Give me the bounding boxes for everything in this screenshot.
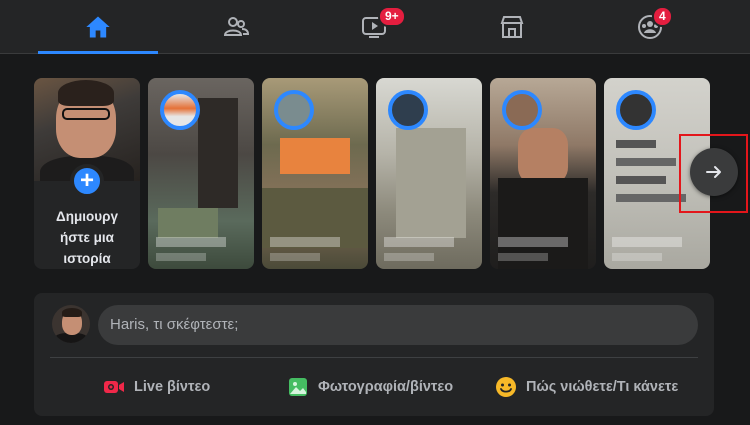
nav-groups[interactable]: 4 xyxy=(590,0,710,54)
feeling-icon xyxy=(496,377,516,397)
avatar[interactable] xyxy=(52,305,90,343)
marketplace-icon xyxy=(500,16,524,38)
post-composer: Haris, τι σκέφτεστε; Live βίντεο Φωτογρα… xyxy=(34,293,714,416)
create-story-label-line1: Δημιουργ xyxy=(56,209,118,224)
story-avatar xyxy=(274,90,314,130)
story-card[interactable] xyxy=(262,78,368,269)
story-card[interactable] xyxy=(376,78,482,269)
nav-marketplace[interactable] xyxy=(452,0,572,54)
photo-video-icon xyxy=(289,378,307,396)
story-avatar xyxy=(502,90,542,130)
photo-video-button[interactable]: Φωτογραφία/βίντεο xyxy=(286,369,453,405)
live-video-label: Live βίντεο xyxy=(134,379,211,395)
create-story-card[interactable]: + Δημιουργ ήστε μια ιστορία xyxy=(34,78,140,269)
nav-watch[interactable]: 9+ xyxy=(314,0,434,54)
story-avatar xyxy=(160,90,200,130)
whats-on-your-mind-input[interactable]: Haris, τι σκέφτεστε; xyxy=(98,305,698,345)
story-avatar xyxy=(388,90,428,130)
create-story-label-line3: ιστορία xyxy=(63,251,111,266)
story-avatar xyxy=(616,90,656,130)
stories-tray: + Δημιουργ ήστε μια ιστορία xyxy=(34,78,714,269)
groups-badge: 4 xyxy=(652,6,673,27)
feeling-activity-button[interactable]: Πώς νιώθετε/Τι κάνετε xyxy=(494,369,678,405)
nav-friends[interactable] xyxy=(176,0,296,54)
feeling-activity-label: Πώς νιώθετε/Τι κάνετε xyxy=(526,379,679,395)
story-card[interactable] xyxy=(490,78,596,269)
story-card[interactable] xyxy=(148,78,254,269)
create-story-label-line2: ήστε μια xyxy=(60,230,114,245)
create-story-label: Δημιουργ ήστε μια ιστορία xyxy=(34,206,140,269)
live-video-icon xyxy=(104,381,124,393)
live-video-button[interactable]: Live βίντεο xyxy=(102,369,210,405)
friends-icon xyxy=(223,17,250,36)
nav-home[interactable] xyxy=(38,0,158,54)
top-navigation: 9+ 4 xyxy=(0,0,750,54)
composer-divider xyxy=(50,357,698,358)
photo-video-label: Φωτογραφία/βίντεο xyxy=(318,379,454,395)
home-icon xyxy=(86,16,110,38)
add-story-button[interactable]: + xyxy=(70,164,104,198)
highlight-annotation xyxy=(679,134,748,213)
watch-badge: 9+ xyxy=(378,6,406,27)
